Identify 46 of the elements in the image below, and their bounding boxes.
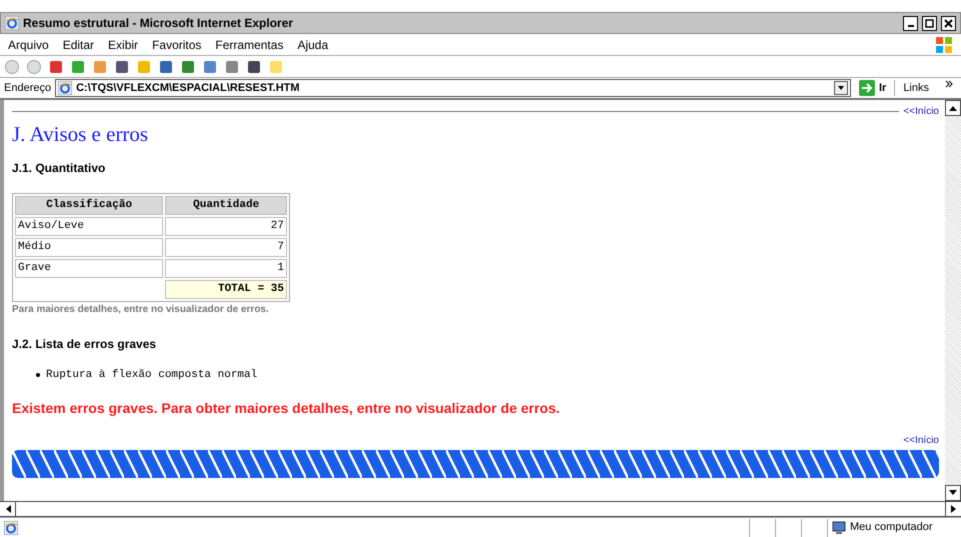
menu-item[interactable]: Arquivo bbox=[8, 36, 49, 54]
home-link[interactable]: <<Início bbox=[903, 432, 939, 448]
dropdown-icon[interactable] bbox=[834, 81, 848, 95]
close-icon bbox=[944, 18, 953, 28]
table-cell: 27 bbox=[165, 217, 287, 236]
menu-item[interactable]: Editar bbox=[62, 36, 94, 54]
table-note: Para maiores detalhes, entre no visualizador de erros. bbox=[12, 303, 270, 317]
table-cell: Grave bbox=[15, 259, 164, 278]
column-header: Classificação bbox=[15, 196, 164, 215]
scroll-right-icon[interactable] bbox=[950, 505, 956, 513]
maximize-icon bbox=[925, 18, 934, 28]
table-cell: Médio bbox=[15, 238, 164, 257]
windows-logo-icon bbox=[935, 36, 953, 54]
computer-icon bbox=[832, 520, 846, 534]
menu-item[interactable]: Exibir bbox=[108, 36, 138, 54]
chevron-icon[interactable] bbox=[945, 80, 953, 88]
subsection-heading: J.1. Quantitativo bbox=[12, 160, 106, 177]
menu-item[interactable]: Ferramentas bbox=[215, 36, 284, 54]
section-heading: J. Avisos e erros bbox=[12, 121, 150, 147]
vertical-scrollbar[interactable] bbox=[945, 100, 961, 501]
menu-item[interactable]: Ajuda bbox=[297, 36, 328, 54]
minimize-icon bbox=[908, 25, 914, 27]
bullet-icon bbox=[36, 373, 40, 378]
menu-item[interactable]: Favoritos bbox=[152, 36, 202, 54]
scroll-down-icon[interactable] bbox=[949, 490, 957, 496]
error-warning: Existem erros graves. Para obter maiores detalhes, entre no visualizador de erros. bbox=[12, 398, 561, 418]
subsection-heading: J.2. Lista de erros graves bbox=[12, 336, 158, 353]
zone-label: Meu computador bbox=[850, 520, 933, 536]
table-cell: Aviso/Leve bbox=[15, 217, 164, 236]
minimize-button[interactable] bbox=[903, 16, 918, 30]
address-field[interactable]: C:\TQS\VFLEXCM\ESPACIAL\RESEST.HTM bbox=[55, 79, 851, 97]
links-button[interactable]: Links bbox=[894, 80, 941, 96]
address-label: Endereço bbox=[4, 80, 52, 96]
horizontal-scrollbar[interactable] bbox=[0, 501, 961, 517]
close-button[interactable] bbox=[941, 16, 956, 30]
maximize-button[interactable] bbox=[922, 16, 937, 30]
column-header: Quantidade bbox=[165, 196, 287, 215]
go-button[interactable]: Ir bbox=[854, 80, 890, 96]
scroll-up-icon[interactable] bbox=[949, 105, 957, 111]
error-item: Ruptura à flexão composta normal bbox=[36, 367, 939, 384]
home-link[interactable]: <<Início bbox=[903, 104, 939, 119]
window-title: Resumo estrutural - Microsoft Internet Explorer bbox=[23, 15, 294, 32]
scroll-left-icon[interactable] bbox=[4, 505, 10, 513]
total-cell: TOTAL = 35 bbox=[165, 280, 287, 299]
table-cell: 7 bbox=[165, 238, 287, 257]
table-cell: 1 bbox=[165, 259, 287, 278]
